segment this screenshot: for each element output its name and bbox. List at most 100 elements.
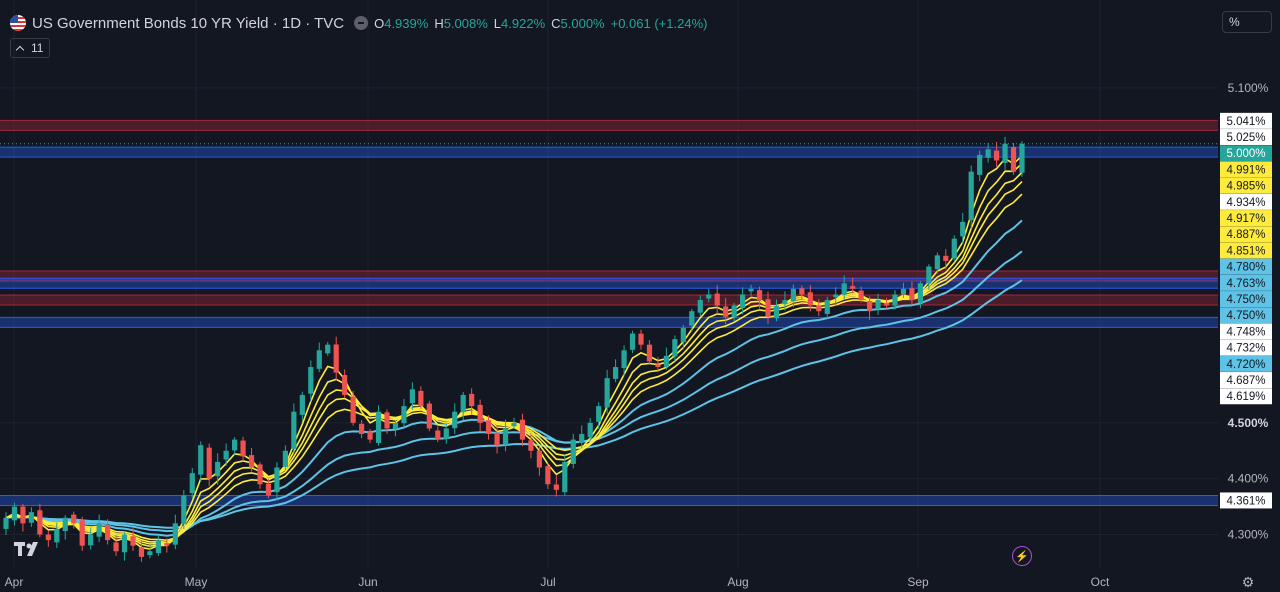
candle-body [519,419,526,440]
tradingview-logo-icon[interactable] [14,540,44,558]
candle-body [917,283,923,303]
candle-body [689,311,695,326]
gear-icon[interactable]: ⚙ [1240,574,1256,590]
candle-body [765,299,771,317]
candle-body [706,294,712,299]
candle-body [968,171,974,221]
candle-body [460,394,466,413]
time-axis[interactable]: Apr May Jun Jul Aug Sep Oct [5,575,1110,589]
y-tick-label: 5.100% [1228,81,1269,95]
candle-body [579,434,585,443]
candle-body [138,547,145,557]
y-tick-label: 4.500% [1228,416,1269,430]
candle-body [37,510,43,535]
candle-body [494,432,500,446]
scale-mode-button[interactable]: % [1222,11,1272,33]
candle-body [816,305,822,312]
candle-body [3,517,9,529]
price-axis[interactable]: 5.100% 4.500% 4.400% 4.300% 5.041% 5.025% 5.00… [1220,81,1272,542]
price-badge-label: 5.025% [1226,132,1265,144]
candle-body [697,300,703,313]
candle-body [342,374,348,395]
candle-body [486,420,492,435]
symbol-title[interactable]: US Government Bonds 10 YR Yield · 1D · T… [32,15,344,32]
candle-body [62,517,68,532]
candle-body [359,423,365,435]
high-value: H5.008% [434,15,488,31]
x-tick-label: Oct [1091,575,1110,589]
candle-body [841,283,847,295]
candle-body [28,512,34,523]
candle-body [909,288,915,301]
candle-body [587,422,593,438]
price-badge-label: 4.361% [1226,495,1265,507]
candle-body [155,540,161,554]
candle-body [977,154,983,175]
candle-body [215,461,221,477]
candle-body [638,333,644,345]
price-badge-label: 4.748% [1226,326,1265,338]
candle-body [629,333,636,350]
candle-body [773,305,780,319]
candle-body [350,396,356,423]
candle-body [308,367,314,394]
candle-body [384,412,390,429]
price-badge-label: 4.887% [1226,229,1265,241]
candle-body [392,422,399,430]
price-badge-label: 4.732% [1226,343,1265,355]
candle-body [265,483,272,496]
candle-body [223,450,229,460]
candle-body [596,406,602,422]
candle-body [790,288,796,302]
ema-fast-line [5,193,1023,542]
price-badge-label: 4.750% [1226,294,1265,306]
support-band [0,278,1218,289]
candle-body [248,455,255,468]
indicators-toggle[interactable]: 11 [10,38,51,58]
candle-body [316,350,322,369]
candle-body [900,288,907,295]
y-tick-label: 4.400% [1228,472,1269,486]
candle-body [604,378,610,408]
candle-body [943,255,949,261]
candle-body [232,439,238,451]
candle-body [54,528,60,543]
candle-body [553,484,559,490]
resistance-band [0,295,1218,306]
candle-body [79,520,85,546]
open-value: O4.939% [374,15,429,31]
candle-body [951,238,957,259]
lightning-icon[interactable]: ⚡ [1012,546,1032,566]
candle-body [740,294,746,309]
collapse-icon[interactable] [354,16,369,30]
price-bands [0,119,1218,506]
candle-body [824,300,830,314]
candle-body [477,404,483,423]
candle-body [807,292,813,306]
x-tick-label: Jun [358,575,377,589]
candle-body [646,344,653,362]
price-badge-label: 4.780% [1226,262,1265,274]
candle-body [1019,143,1025,173]
candle-body [723,306,729,317]
candle-body [960,221,966,237]
chevron-up-icon [15,45,25,54]
price-badge-label: 5.000% [1226,148,1265,160]
candle-body [655,364,661,368]
candle-body [333,344,339,373]
candle-body [1010,146,1017,172]
candle-body [867,301,873,312]
candle-body [274,467,280,493]
candle-body [562,461,568,493]
candle-body [748,288,754,292]
yield-chart[interactable]: 5.100% 4.500% 4.400% 4.300% 5.041% 5.025% 5.00… [0,0,1280,592]
candle-body [756,290,763,301]
candle-body [401,406,407,424]
candle-body [96,523,102,537]
candle-body [20,506,26,524]
indicator-count: 11 [31,41,44,55]
candle-body [164,543,170,546]
candle-body [147,551,153,556]
candle-body [367,432,373,440]
candle-body [858,290,864,301]
